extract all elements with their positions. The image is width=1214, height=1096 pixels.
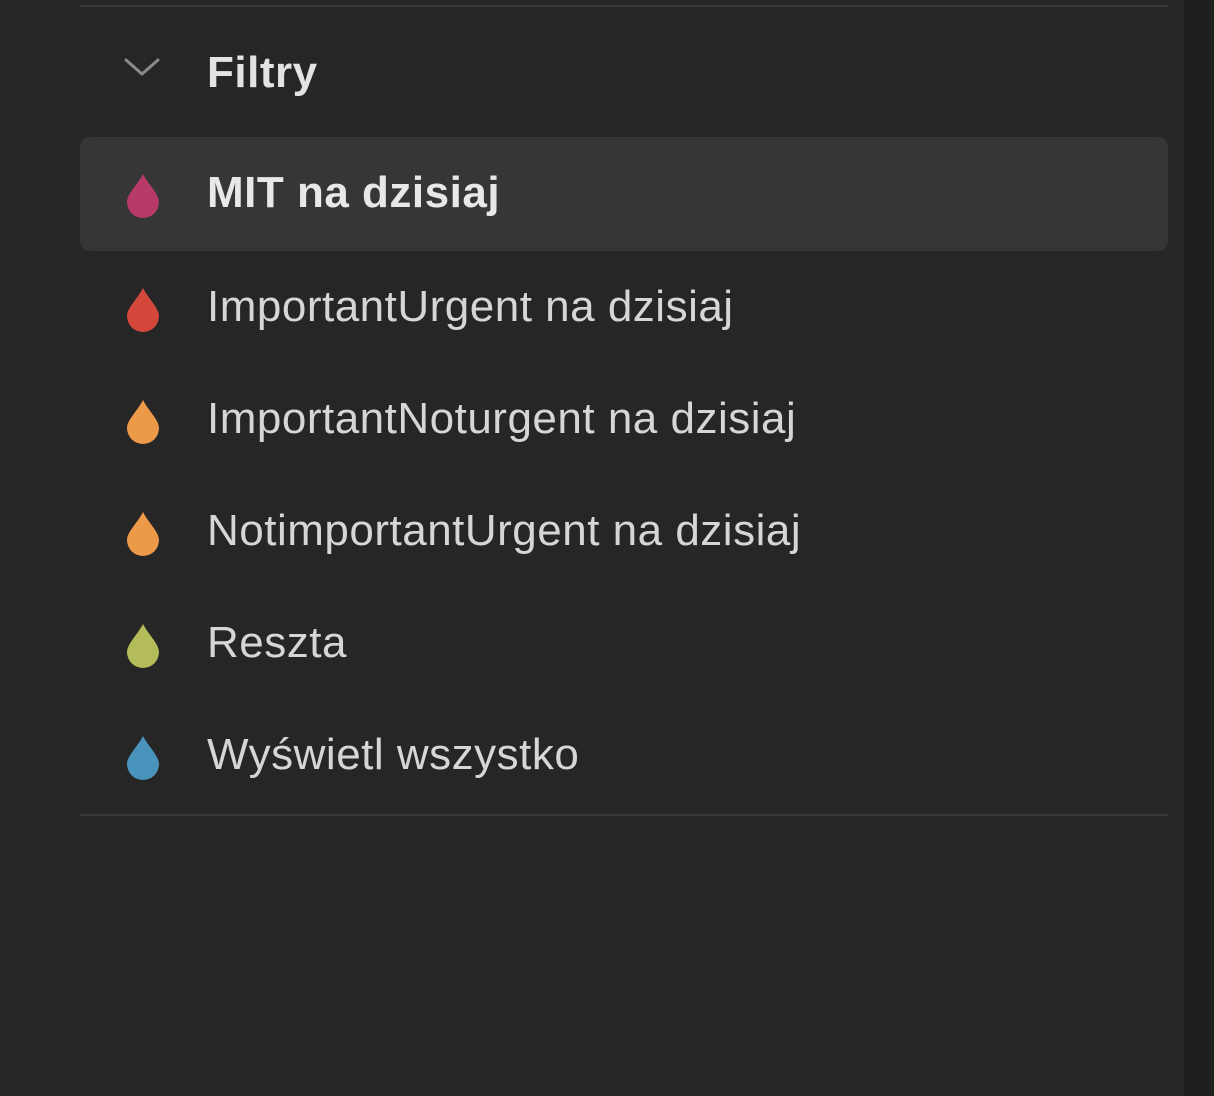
filter-item-wyswietl-wszystko[interactable]: Wyświetl wszystko xyxy=(80,699,1168,813)
drop-icon xyxy=(127,512,159,556)
filter-label: MIT na dzisiaj xyxy=(207,168,501,217)
drop-icon xyxy=(127,400,159,444)
filter-label: Reszta xyxy=(207,618,347,667)
chevron-down-icon[interactable] xyxy=(122,56,162,80)
filters-section-header[interactable]: Filtry xyxy=(80,20,1168,130)
filters-sidebar: Filtry MIT na dzisiaj ImportantUrgent na… xyxy=(0,0,1184,1096)
section-title: Filtry xyxy=(207,48,318,97)
drop-icon xyxy=(127,174,159,218)
filter-item-important-noturgent[interactable]: ImportantNoturgent na dzisiaj xyxy=(80,363,1168,477)
drop-icon xyxy=(127,288,159,332)
top-divider xyxy=(80,5,1168,7)
adjacent-panel-edge xyxy=(1184,0,1214,1096)
filter-label: ImportantUrgent na dzisiaj xyxy=(207,282,734,331)
bottom-divider xyxy=(80,814,1168,816)
filter-item-reszta[interactable]: Reszta xyxy=(80,587,1168,701)
filter-label: NotimportantUrgent na dzisiaj xyxy=(207,506,802,555)
drop-icon xyxy=(127,736,159,780)
filter-item-mit[interactable]: MIT na dzisiaj xyxy=(80,137,1168,251)
drop-icon xyxy=(127,624,159,668)
filter-label: ImportantNoturgent na dzisiaj xyxy=(207,394,797,443)
filter-item-notimportant-urgent[interactable]: NotimportantUrgent na dzisiaj xyxy=(80,475,1168,589)
filter-item-important-urgent[interactable]: ImportantUrgent na dzisiaj xyxy=(80,251,1168,365)
filter-label: Wyświetl wszystko xyxy=(207,730,580,779)
